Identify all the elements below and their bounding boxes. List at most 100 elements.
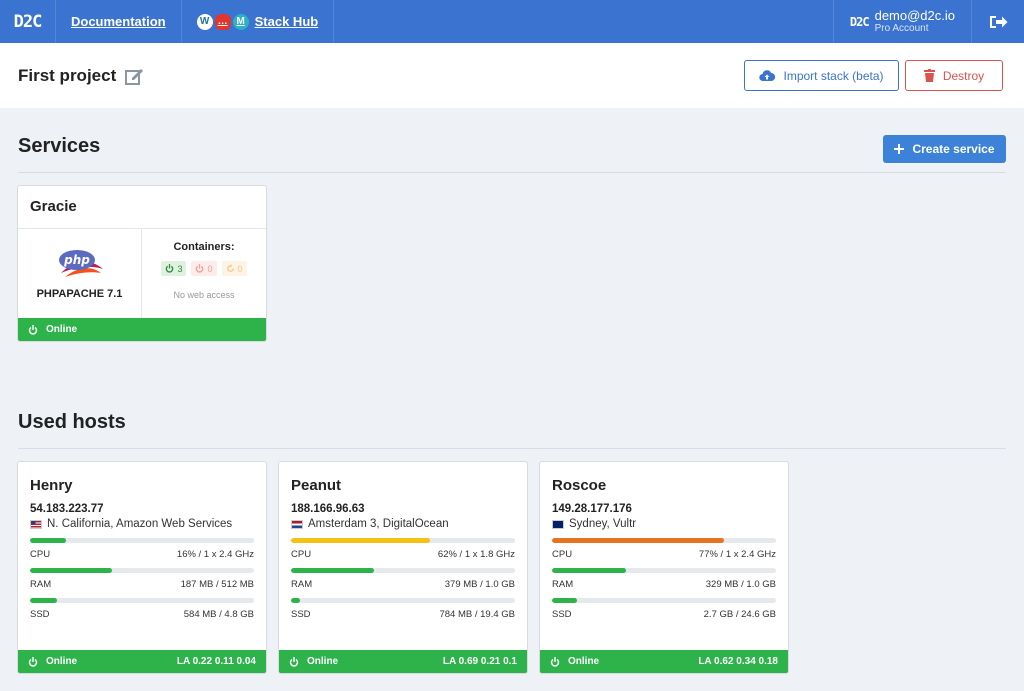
service-name: Gracie <box>30 198 77 215</box>
ram-value: 329 MB / 1.0 GB <box>705 579 776 590</box>
power-icon <box>289 656 299 667</box>
host-status-bar: Online LA 0.62 0.34 0.18 <box>540 650 788 673</box>
ram-progress-bar <box>291 568 515 573</box>
create-service-button[interactable]: Create service <box>883 135 1006 163</box>
destroy-label: Destroy <box>942 68 985 83</box>
create-service-label: Create service <box>912 142 995 156</box>
stackhub-icons: W … M <box>196 13 249 30</box>
cpu-metric: CPU 16% / 1 x 2.4 GHz <box>30 538 254 560</box>
ram-label: RAM <box>552 579 574 590</box>
ram-value: 379 MB / 1.0 GB <box>444 579 515 590</box>
plus-icon <box>894 144 905 154</box>
host-name: Henry <box>30 477 73 494</box>
ssd-value: 784 MB / 19.4 GB <box>439 609 515 620</box>
flag-us-icon <box>30 519 42 529</box>
ram-value: 187 MB / 512 MB <box>180 579 254 590</box>
ssd-value: 584 MB / 4.8 GB <box>183 609 254 620</box>
host-ip: 54.183.223.77 <box>30 503 104 515</box>
wordpress-icon: W <box>196 13 213 30</box>
running-containers-badge[interactable]: 3 <box>161 261 187 276</box>
stackhub-link[interactable]: W … M Stack Hub <box>182 0 335 43</box>
cpu-progress-bar <box>291 538 515 543</box>
restarting-containers-badge[interactable]: 0 <box>221 261 247 276</box>
host-status-bar: Online LA 0.69 0.21 0.1 <box>279 650 527 673</box>
user-menu[interactable]: D2C demo@d2c.io Pro Account <box>832 0 972 43</box>
stopped-count: 0 <box>207 263 213 274</box>
ram-progress-bar <box>30 568 254 573</box>
mastodon-icon: M <box>232 13 249 30</box>
service-status-bar: Online <box>18 318 266 341</box>
ram-metric: RAM 329 MB / 1.0 GB <box>552 568 776 590</box>
service-card[interactable]: Gracie php PHPAPACHE 7.1 Containers: 3 0… <box>17 185 267 342</box>
import-stack-button[interactable]: Import stack (beta) <box>744 60 899 91</box>
ram-metric: RAM 187 MB / 512 MB <box>30 568 254 590</box>
cpu-progress-bar <box>30 538 254 543</box>
load-average: LA 0.69 0.21 0.1 <box>442 656 517 667</box>
ssd-metric: SSD 584 MB / 4.8 GB <box>30 598 254 620</box>
host-location: N. California, Amazon Web Services <box>30 518 254 530</box>
destroy-button[interactable]: Destroy <box>905 60 1003 91</box>
flag-au-icon <box>552 519 564 529</box>
cpu-label: CPU <box>291 549 312 560</box>
ssd-label: SSD <box>552 609 572 620</box>
import-stack-label: Import stack (beta) <box>783 68 884 83</box>
stackhub-label: Stack Hub <box>254 14 319 29</box>
logout-icon[interactable] <box>972 0 1024 43</box>
php-logo: php <box>55 247 105 284</box>
ssd-progress-bar <box>291 598 515 603</box>
d2c-logo[interactable]: D2C <box>0 0 56 43</box>
documentation-link[interactable]: Documentation <box>56 0 182 43</box>
ssd-label: SSD <box>291 609 311 620</box>
host-card[interactable]: Roscoe 149.28.177.176 Sydney, Vultr CPU 7… <box>539 461 789 674</box>
host-ip: 149.28.177.176 <box>552 503 632 515</box>
cpu-metric: CPU 77% / 1 x 2.4 GHz <box>552 538 776 560</box>
used-hosts-heading: Used hosts <box>18 411 126 433</box>
flag-nl-icon <box>291 519 303 529</box>
host-status-bar: Online LA 0.22 0.11 0.04 <box>18 650 266 673</box>
ssd-metric: SSD 2.7 GB / 24.6 GB <box>552 598 776 620</box>
user-account-type: Pro Account <box>874 23 929 34</box>
services-divider <box>18 172 1006 173</box>
chat-icon: … <box>214 13 231 30</box>
host-card[interactable]: Henry 54.183.223.77 N. California, Amazo… <box>17 461 267 674</box>
ram-metric: RAM 379 MB / 1.0 GB <box>291 568 515 590</box>
power-icon <box>28 656 38 667</box>
host-card[interactable]: Peanut 188.166.96.63 Amsterdam 3, Digita… <box>278 461 528 674</box>
host-name: Peanut <box>291 477 342 494</box>
ssd-progress-bar <box>30 598 254 603</box>
restarting-count: 0 <box>237 263 243 274</box>
ram-label: RAM <box>291 579 313 590</box>
cpu-value: 77% / 1 x 2.4 GHz <box>698 549 776 560</box>
host-ip: 188.166.96.63 <box>291 503 365 515</box>
hosts-divider <box>18 448 1006 449</box>
running-count: 3 <box>177 263 183 274</box>
host-location: Sydney, Vultr <box>552 518 776 530</box>
ssd-value: 2.7 GB / 24.6 GB <box>703 609 776 620</box>
ssd-progress-bar <box>552 598 776 603</box>
project-title: First project <box>18 65 117 85</box>
cpu-progress-bar <box>552 538 776 543</box>
power-off-icon <box>196 264 204 273</box>
host-location-label: Sydney, Vultr <box>569 518 637 530</box>
cpu-value: 16% / 1 x 2.4 GHz <box>176 549 254 560</box>
cpu-metric: CPU 62% / 1 x 1.8 GHz <box>291 538 515 560</box>
ssd-metric: SSD 784 MB / 19.4 GB <box>291 598 515 620</box>
cloud-upload-icon <box>759 69 776 81</box>
top-navbar: D2C Documentation W … M Stack Hub D2C de… <box>0 0 1024 43</box>
stopped-containers-badge[interactable]: 0 <box>191 261 217 276</box>
containers-label: Containers: <box>173 241 235 253</box>
edit-icon[interactable] <box>125 67 145 85</box>
power-icon <box>166 264 174 273</box>
refresh-icon <box>226 264 234 272</box>
php-logo-text: php <box>63 253 90 267</box>
user-email: demo@d2c.io <box>874 8 955 23</box>
load-average: LA 0.62 0.34 0.18 <box>698 656 778 667</box>
ssd-label: SSD <box>30 609 50 620</box>
power-icon <box>28 324 38 335</box>
trash-icon <box>923 69 935 82</box>
host-status: Online <box>307 656 339 667</box>
project-header: First project Import stack (beta) Destro… <box>0 43 1024 108</box>
host-status: Online <box>46 656 78 667</box>
load-average: LA 0.22 0.11 0.04 <box>176 656 256 667</box>
service-type: PHPAPACHE 7.1 <box>36 288 123 300</box>
